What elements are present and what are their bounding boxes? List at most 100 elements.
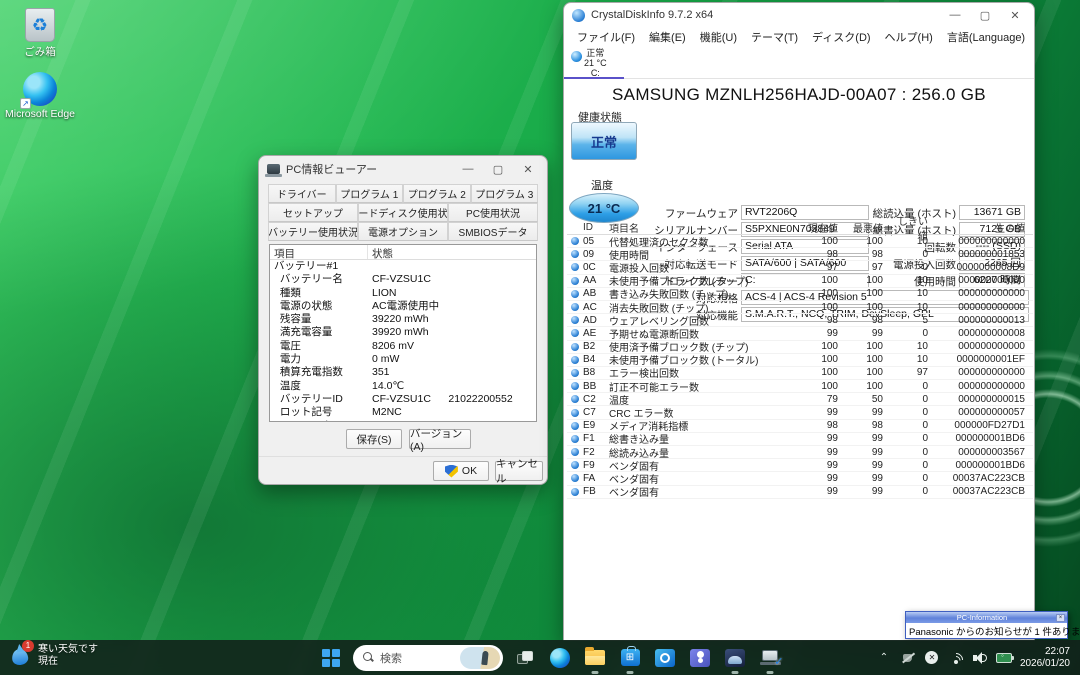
smart-cell-id: C2 — [583, 394, 609, 405]
battery-list-row[interactable]: 残容量 39220 mWh — [270, 313, 536, 326]
desktop-icon-edge[interactable]: ↗ Microsoft Edge — [2, 72, 78, 120]
battery-list-row[interactable]: 電力 0 mW — [270, 353, 536, 366]
cdi-menu-item[interactable]: 言語(Language) — [940, 29, 1032, 45]
battery-list-row[interactable]: 積算充電指数 351 — [270, 366, 536, 379]
smart-cell-current: 99 — [799, 433, 844, 444]
cdi-menu-item[interactable]: テーマ(T) — [744, 29, 805, 45]
battery-list-row[interactable]: 電圧 8206 mV — [270, 340, 536, 353]
smart-header-raw[interactable]: 生の値 — [934, 220, 1029, 235]
cdi-menu-item[interactable]: 機能(U) — [693, 29, 744, 45]
pcviewer-titlebar[interactable]: PC情報ビューアー — ▢ ✕ — [259, 156, 547, 182]
taskbar-pc-info-viewer-button[interactable]: ✓ — [757, 645, 783, 671]
smart-cell-raw: 000000000013 — [934, 315, 1029, 326]
smart-cell-raw: 000000000000 — [934, 275, 1029, 286]
search-box[interactable]: 検索 — [353, 645, 503, 671]
smart-cell-worst: 97 — [844, 262, 889, 273]
pcviewer-tab[interactable]: ドライバー — [268, 184, 336, 203]
status-ok-icon — [567, 435, 583, 443]
cdi-menu-item[interactable]: ヘルプ(H) — [878, 29, 940, 45]
battery-list-row[interactable]: バッテリー#1 — [270, 260, 536, 273]
cdi-minimize-button[interactable]: — — [940, 4, 970, 26]
status-x-icon[interactable]: ✕ — [924, 650, 940, 666]
wifi-icon[interactable] — [948, 650, 964, 666]
taskbar-edge-button[interactable] — [547, 645, 573, 671]
battery-list-row[interactable]: ファームウェア... 0001.0032.0039.2009 — [270, 420, 536, 422]
battery-list-row[interactable]: 満充電容量 39920 mWh — [270, 326, 536, 339]
hidden-icons-chevron-icon[interactable]: ⌃ — [876, 650, 892, 666]
cdi-menu-item[interactable]: 編集(E) — [642, 29, 693, 45]
pcviewer-tab[interactable]: プログラム 3 — [471, 184, 539, 203]
pcviewer-minimize-button[interactable]: — — [453, 158, 483, 180]
battery-item-value: 39920 mWh — [368, 326, 536, 339]
smart-header-current[interactable]: 現在値 — [799, 220, 844, 235]
pcviewer-tab[interactable]: ハードディスク使用状況 — [358, 203, 448, 222]
smart-cell-worst: 100 — [844, 341, 889, 352]
taskbar-crystaldiskinfo-button[interactable] — [722, 645, 748, 671]
pcviewer-maximize-button[interactable]: ▢ — [483, 158, 513, 180]
cdi-menu-item[interactable]: ディスク(D) — [805, 29, 878, 45]
taskbar-clock[interactable]: 22:07 2026/01/20 — [1020, 646, 1074, 670]
pcviewer-tab[interactable]: 電源オプション — [358, 222, 448, 241]
smart-cell-threshold: 0 — [889, 249, 934, 260]
battery-status-list[interactable]: 項目 状態 バッテリー#1 バッテリー名 CF-VZSU1C — [269, 244, 537, 422]
smart-cell-current: 79 — [799, 394, 844, 405]
save-button[interactable]: 保存(S) — [346, 429, 402, 449]
smart-cell-current: 100 — [799, 354, 844, 365]
battery-list-header: 項目 状態 — [270, 245, 536, 260]
pcviewer-tab[interactable]: SMBIOSデータ — [448, 222, 538, 241]
battery-list-row[interactable]: 温度 14.0℃ — [270, 380, 536, 393]
muted-icon[interactable] — [900, 650, 916, 666]
cdi-titlebar[interactable]: CrystalDiskInfo 9.7.2 x64 — ▢ ✕ — [564, 3, 1034, 27]
taskbar-file-explorer-button[interactable] — [582, 645, 608, 671]
battery-list-row[interactable]: バッテリーID CF-VZSU1C 21022200552 — [270, 393, 536, 406]
battery-list-row[interactable]: 種類 LION — [270, 287, 536, 300]
task-view-button[interactable] — [512, 645, 538, 671]
pcviewer-tab[interactable]: プログラム 1 — [336, 184, 404, 203]
smart-table-row[interactable]: FB ベンダ固有 99 99 0 00037AC223CB — [567, 486, 1033, 499]
start-button[interactable] — [318, 645, 344, 671]
pcviewer-tab-row2: セットアップハードディスク使用状況PC使用状況 — [268, 203, 538, 222]
battery-charging-icon[interactable] — [996, 650, 1012, 666]
notification-close-icon[interactable]: × — [1056, 614, 1065, 622]
pcviewer-app-icon — [267, 164, 280, 174]
ok-button[interactable]: OK — [433, 461, 489, 481]
task-view-icon — [517, 651, 533, 665]
pc-information-notification[interactable]: PC-Information × Panasonic からのお知らせが 1 件あ… — [905, 611, 1068, 639]
smart-cell-worst: 100 — [844, 275, 889, 286]
pcviewer-tab[interactable]: PC使用状況 — [448, 203, 538, 222]
notification-titlebar[interactable]: PC-Information × — [906, 612, 1067, 623]
smart-cell-worst: 99 — [844, 433, 889, 444]
pcviewer-close-button[interactable]: ✕ — [513, 158, 543, 180]
disk-tab[interactable]: 正常 21 °C C: — [584, 48, 607, 78]
pcviewer-tab[interactable]: セットアップ — [268, 203, 358, 222]
weather-widget[interactable]: 1 寒い天気です 現在 — [6, 643, 98, 669]
smart-cell-threshold: 0 — [889, 447, 934, 458]
taskbar-teams-button[interactable] — [687, 645, 713, 671]
battery-item-label: ロット記号 — [270, 406, 368, 419]
taskbar-outlook-button[interactable] — [652, 645, 678, 671]
clock-date: 2026/01/20 — [1020, 658, 1070, 670]
cdi-menu-item[interactable]: ファイル(F) — [570, 29, 642, 45]
pcviewer-tab[interactable]: バッテリー使用状況 — [268, 222, 358, 241]
cdi-close-button[interactable]: ✕ — [1000, 4, 1030, 26]
battery-item-value: LION — [368, 287, 536, 300]
cancel-button[interactable]: キャンセル — [495, 461, 543, 481]
status-ok-icon — [567, 329, 583, 337]
smart-header-worst[interactable]: 最悪値 — [844, 220, 889, 235]
volume-icon[interactable] — [972, 650, 988, 666]
cdi-maximize-button[interactable]: ▢ — [970, 4, 1000, 26]
taskbar-store-button[interactable]: ⊞ — [617, 645, 643, 671]
smart-header-id[interactable]: ID — [583, 222, 609, 233]
smart-cell-worst: 100 — [844, 302, 889, 313]
battery-list-row[interactable]: バッテリー名 CF-VZSU1C — [270, 273, 536, 286]
health-status-button[interactable]: 正常 — [571, 122, 637, 160]
battery-list-row[interactable]: ロット記号 M2NC — [270, 406, 536, 419]
smart-cell-current: 98 — [799, 249, 844, 260]
smart-cell-worst: 100 — [844, 381, 889, 392]
battery-item-value: 14.0℃ — [368, 380, 536, 393]
smart-cell-raw: 000000001853 — [934, 249, 1029, 260]
version-button[interactable]: バージョン(A) — [409, 429, 471, 449]
battery-list-row[interactable]: 電源の状態 AC電源使用中 — [270, 300, 536, 313]
desktop-icon-recycle-bin[interactable]: ♻ ごみ箱 — [2, 8, 78, 59]
pcviewer-tab[interactable]: プログラム 2 — [403, 184, 471, 203]
